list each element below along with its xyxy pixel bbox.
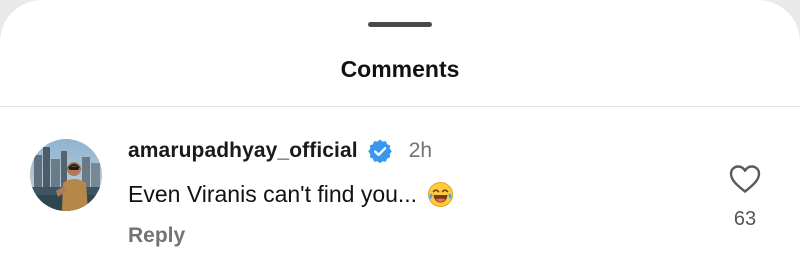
avatar-image [30, 139, 102, 211]
heart-outline-icon [729, 165, 761, 193]
comments-sheet: Comments amarupadhyay_official 2h Even V… [0, 0, 800, 276]
username[interactable]: amarupadhyay_official [128, 139, 358, 163]
avatar[interactable] [30, 139, 102, 211]
comment-text: Even Viranis can't find you... [128, 180, 418, 207]
sheet-title: Comments [340, 56, 460, 82]
timestamp: 2h [408, 139, 433, 162]
reply-button[interactable]: Reply [128, 222, 185, 250]
like-button[interactable] [728, 163, 762, 195]
laughing-emoji-icon [427, 181, 454, 208]
header-divider [0, 106, 800, 107]
like-count: 63 [733, 208, 757, 230]
verified-badge-icon [367, 138, 393, 164]
comment-header: amarupadhyay_official 2h [128, 136, 432, 166]
drag-handle[interactable] [368, 22, 432, 27]
comment-text-line: Even Viranis can't find you... [128, 178, 454, 210]
